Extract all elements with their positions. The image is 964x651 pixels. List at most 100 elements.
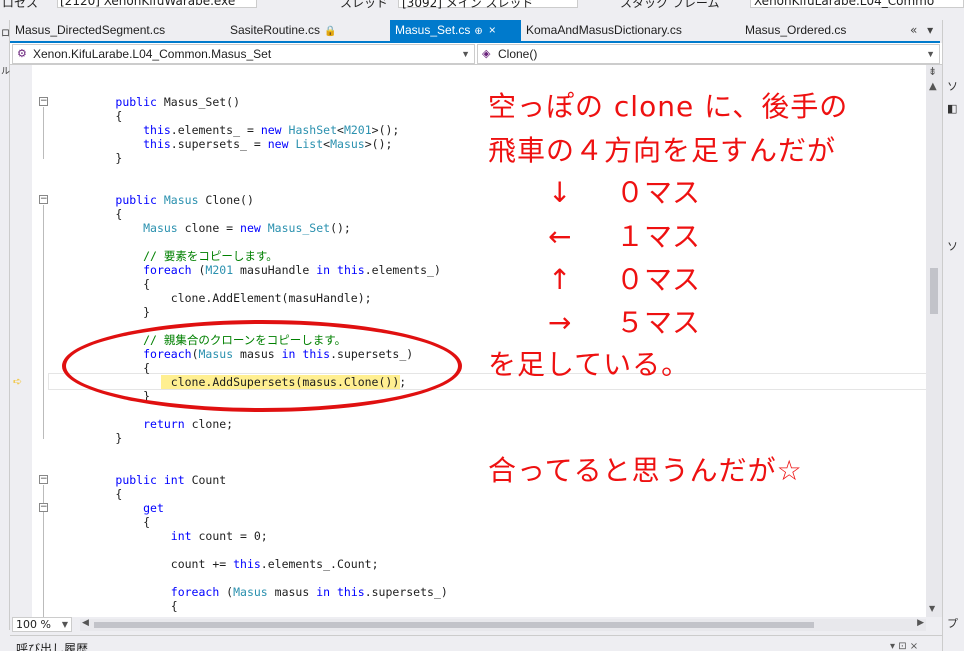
tab-komaandmasusdictionary[interactable]: KomaAndMasusDictionary.cs xyxy=(521,20,736,41)
tab-masus-ordered[interactable]: Masus_Ordered.cs xyxy=(740,20,905,41)
code-token: public xyxy=(115,193,157,207)
code-token: count = 0; xyxy=(191,529,268,543)
collapse-toggle[interactable]: − xyxy=(39,97,48,106)
code-token: Masus xyxy=(233,585,268,599)
annotation-line-3: を足している。 xyxy=(488,348,691,381)
code-token: { xyxy=(60,277,151,291)
code-token: this xyxy=(143,123,171,137)
navigation-bar: ⚙ Xenon.KifuLarabe.L04_Common.Masus_Set … xyxy=(10,43,942,65)
code-line[interactable]: foreach (M201 masuHandle in this.element… xyxy=(60,263,441,277)
right-strip-glyph[interactable]: ◧ xyxy=(947,102,957,115)
scroll-right-icon[interactable]: ▶ xyxy=(917,618,924,628)
editor-vertical-scrollbar[interactable]: ⇟ ▲ ▼ xyxy=(926,65,942,617)
code-line[interactable]: } xyxy=(60,305,150,319)
code-token: { xyxy=(60,207,123,221)
code-line[interactable]: // 要素をコピーします。 xyxy=(60,249,278,263)
scroll-down-icon[interactable]: ▼ xyxy=(929,604,935,613)
code-token: Count xyxy=(184,473,227,487)
code-token: { xyxy=(60,599,178,613)
code-line[interactable]: this.elements_ = new HashSet<M201>(); xyxy=(60,123,399,137)
code-line[interactable]: return clone; xyxy=(60,417,233,431)
code-token: } xyxy=(60,305,151,319)
tab-sasiteroutine[interactable]: SasiteRoutine.cs 🔒 xyxy=(225,20,385,41)
editor-horizontal-scrollbar[interactable]: ◀ ▶ xyxy=(80,618,926,631)
annotation-direction-count: ０マス xyxy=(616,263,701,296)
stackframe-label: スタック フレーム xyxy=(620,0,720,10)
fold-guide xyxy=(43,205,44,439)
code-line[interactable]: foreach (Masus masus in this.supersets_) xyxy=(60,585,448,599)
code-line[interactable]: { xyxy=(60,487,122,501)
scrollbar-thumb[interactable] xyxy=(930,268,938,314)
code-line[interactable]: { xyxy=(60,207,122,221)
indicator-margin[interactable]: ➪ xyxy=(10,65,32,617)
code-token: new xyxy=(260,123,282,137)
code-token: >(); xyxy=(371,123,400,137)
right-strip-glyph[interactable]: プ xyxy=(947,615,958,631)
close-icon[interactable]: × xyxy=(489,23,496,37)
left-strip-glyph: ル xyxy=(1,67,11,77)
tab-masus-set[interactable]: Masus_Set.cs ⊕ × xyxy=(390,20,521,41)
code-line[interactable]: clone.AddElement(masuHandle); xyxy=(60,291,372,305)
member-selector[interactable]: ◈ Clone() ▼ xyxy=(477,44,940,64)
code-line[interactable]: { xyxy=(60,109,122,123)
tab-label: Masus_Set.cs xyxy=(395,23,471,37)
collapse-toggle[interactable]: − xyxy=(39,503,48,512)
code-token: new xyxy=(267,137,289,151)
code-line[interactable]: { xyxy=(60,277,150,291)
annotation-line-1: 空っぽの clone に、後手の xyxy=(488,90,849,123)
collapse-toggle[interactable]: − xyxy=(39,195,48,204)
scroll-left-icon[interactable]: ◀ xyxy=(82,618,89,628)
code-token: this xyxy=(233,557,261,571)
pin-icon[interactable]: ⊕ xyxy=(474,26,482,37)
code-token: .supersets_ = xyxy=(170,137,268,151)
code-line[interactable]: { xyxy=(60,515,150,529)
code-line[interactable]: } xyxy=(60,431,122,445)
tab-overflow-buttons[interactable]: « ▾ ⚙ xyxy=(910,20,940,58)
annotation-direction-count: １マス xyxy=(616,220,701,253)
code-line[interactable]: public Masus_Set() xyxy=(60,95,240,109)
right-strip-glyph[interactable]: ソ xyxy=(947,78,958,94)
code-token: new xyxy=(240,221,261,235)
code-token: in xyxy=(316,263,331,277)
code-line[interactable]: this.supersets_ = new List<Masus>(); xyxy=(60,137,392,151)
tab-label: Masus_DirectedSegment.cs xyxy=(15,23,166,37)
scroll-up-icon[interactable]: ▲ xyxy=(929,81,937,92)
code-line[interactable]: public int Count xyxy=(60,473,226,487)
chevron-down-icon: ▼ xyxy=(461,49,470,59)
tab-masus-directedsegment[interactable]: Masus_DirectedSegment.cs xyxy=(10,20,220,41)
right-strip-glyph[interactable]: ソ xyxy=(947,238,958,254)
code-token: int xyxy=(170,529,192,543)
code-line[interactable]: Masus clone = new Masus_Set(); xyxy=(60,221,351,235)
code-line[interactable]: get xyxy=(60,501,164,515)
code-token: masuHandle xyxy=(233,263,317,277)
code-token: } xyxy=(60,151,123,165)
document-tab-row: Masus_DirectedSegment.cs SasiteRoutine.c… xyxy=(10,20,940,58)
current-statement-arrow-icon: ➪ xyxy=(13,375,23,388)
collapse-toggle[interactable]: − xyxy=(39,475,48,484)
code-token: count += xyxy=(60,557,234,571)
split-view-icon[interactable]: ⇟ xyxy=(928,65,937,78)
panel-controls[interactable]: ▾ ⊡ × xyxy=(890,641,918,651)
code-line[interactable]: public Masus Clone() xyxy=(60,193,254,207)
code-token: M201 xyxy=(205,263,234,277)
code-token: { xyxy=(60,515,151,529)
code-line[interactable]: } xyxy=(60,151,122,165)
code-token: } xyxy=(60,431,123,445)
class-selector[interactable]: ⚙ Xenon.KifuLarabe.L04_Common.Masus_Set … xyxy=(12,44,475,64)
process-label: ロセス xyxy=(2,0,39,10)
code-token: ( xyxy=(219,585,234,599)
code-token: .supersets_) xyxy=(364,585,448,599)
code-line[interactable]: int count = 0; xyxy=(60,529,268,543)
code-line[interactable]: count += this.elements_.Count; xyxy=(60,557,379,571)
code-line[interactable]: { xyxy=(60,599,178,613)
zoom-select[interactable]: 100 % ▼ xyxy=(12,617,72,632)
horizontal-scrollbar-thumb[interactable] xyxy=(94,622,814,628)
method-icon: ◈ xyxy=(482,48,491,60)
